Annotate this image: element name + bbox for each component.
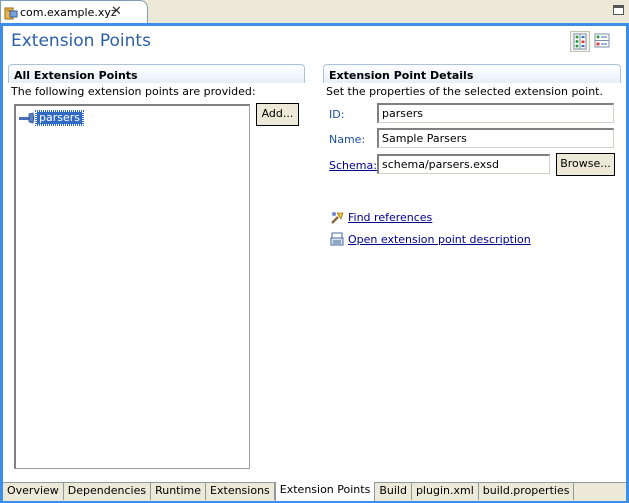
browse-button[interactable]: Browse...: [556, 153, 615, 176]
tab-plugin-xml[interactable]: plugin.xml: [412, 483, 479, 500]
editor-tab[interactable]: com.example.xyz ✕: [0, 0, 148, 24]
close-icon[interactable]: ✕: [111, 4, 122, 19]
schema-input[interactable]: [377, 154, 550, 174]
find-references-link[interactable]: Find references: [348, 211, 432, 224]
left-section-description: The following extension points are provi…: [11, 85, 256, 98]
list-item-parsers[interactable]: parsers: [19, 109, 84, 126]
schema-link[interactable]: Schema:: [329, 159, 377, 172]
extension-points-list[interactable]: parsers: [14, 104, 250, 469]
horizontal-layout-button[interactable]: [570, 31, 590, 52]
search-references-icon: [331, 212, 344, 224]
plugin-manifest-icon: [4, 6, 18, 20]
tab-dependencies[interactable]: Dependencies: [64, 483, 152, 500]
open-description-link[interactable]: Open extension point description: [348, 233, 531, 246]
extension-point-details-header: Extension Point Details: [323, 64, 621, 83]
extension-point-icon: [19, 112, 35, 123]
open-description-row: Open extension point description: [330, 232, 531, 247]
id-input[interactable]: [377, 103, 614, 123]
add-button-label: Add...: [261, 107, 294, 120]
document-icon: [330, 232, 344, 246]
tab-build[interactable]: Build: [375, 483, 412, 500]
vertical-layout-icon: [594, 33, 610, 48]
name-input[interactable]: [377, 128, 614, 148]
tab-extension-points[interactable]: Extension Points: [274, 482, 376, 501]
find-references-row: Find references: [330, 210, 432, 225]
all-extension-points-header: All Extension Points: [8, 64, 305, 83]
id-label: ID:: [329, 108, 345, 121]
bottom-tab-bar: Overview Dependencies Runtime Extensions…: [3, 482, 626, 501]
tab-extensions[interactable]: Extensions: [206, 483, 275, 500]
name-label: Name:: [329, 133, 366, 146]
tab-build-properties[interactable]: build.properties: [479, 483, 575, 500]
right-section-description: Set the properties of the selected exten…: [326, 85, 603, 98]
maximize-icon[interactable]: [613, 5, 624, 15]
list-item-label: parsers: [35, 109, 84, 126]
vertical-layout-button[interactable]: [593, 31, 613, 52]
horizontal-layout-icon: [573, 33, 587, 50]
add-button[interactable]: Add...: [256, 103, 299, 126]
tab-runtime[interactable]: Runtime: [151, 483, 207, 500]
tab-overview[interactable]: Overview: [3, 483, 64, 500]
editor-tab-title: com.example.xyz: [20, 6, 117, 19]
page-title: Extension Points: [11, 31, 151, 51]
